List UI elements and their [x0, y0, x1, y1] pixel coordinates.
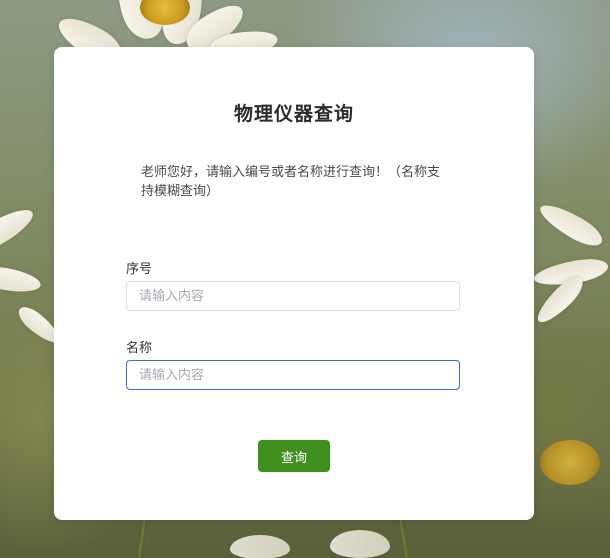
- daisy-petal: [330, 530, 390, 558]
- query-card: 物理仪器查询 老师您好，请输入编号或者名称进行查询！（名称支持模糊查询） 序号 …: [54, 47, 534, 520]
- serial-label: 序号: [126, 262, 153, 277]
- daisy-petal: [535, 197, 607, 253]
- page-title: 物理仪器查询: [233, 103, 354, 125]
- serial-input[interactable]: [126, 281, 460, 311]
- search-button[interactable]: 查询: [258, 440, 330, 472]
- name-label: 名称: [126, 341, 153, 356]
- daisy-center: [540, 440, 600, 485]
- query-hint-text: 老师您好，请输入编号或者名称进行查询！（名称支持模糊查询）: [141, 165, 441, 199]
- daisy-petal: [0, 263, 43, 297]
- daisy-petal: [230, 535, 290, 558]
- daisy-petal: [0, 202, 39, 258]
- name-input[interactable]: [126, 360, 460, 390]
